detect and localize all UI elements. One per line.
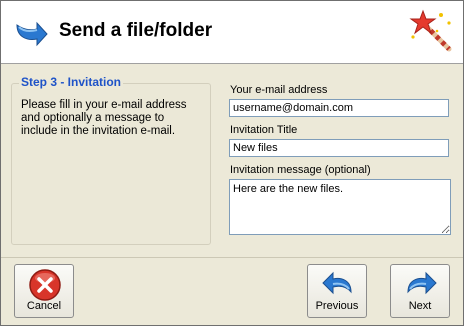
wizard-window: Send a file/folder Step 3 - Invitation P… — [0, 0, 464, 326]
invitation-title-field[interactable] — [229, 139, 449, 157]
page-title: Send a file/folder — [59, 20, 213, 41]
next-button[interactable]: Next — [390, 264, 450, 318]
previous-button[interactable]: Previous — [307, 264, 367, 318]
step-description: Please fill in your e-mail address and o… — [21, 99, 187, 137]
email-field[interactable] — [229, 99, 449, 117]
cancel-label: Cancel — [26, 300, 62, 312]
next-label: Next — [408, 300, 432, 312]
magic-wand-icon — [409, 9, 452, 52]
step-title: Step 3 - Invitation — [19, 75, 124, 89]
email-label: Your e-mail address — [230, 84, 328, 96]
invitation-message-label: Invitation message (optional) — [230, 164, 371, 176]
invitation-title-label: Invitation Title — [230, 124, 298, 136]
cancel-button[interactable]: Cancel — [14, 264, 74, 318]
cancel-icon — [29, 269, 61, 301]
forward-arrow-icon — [407, 271, 437, 295]
footer-separator — [1, 257, 463, 258]
send-arrow-icon — [16, 21, 48, 47]
invitation-message-field[interactable]: Here are the new files. — [229, 179, 451, 235]
wizard-header: Send a file/folder — [1, 1, 463, 64]
back-arrow-icon — [322, 271, 352, 295]
previous-label: Previous — [315, 300, 359, 312]
